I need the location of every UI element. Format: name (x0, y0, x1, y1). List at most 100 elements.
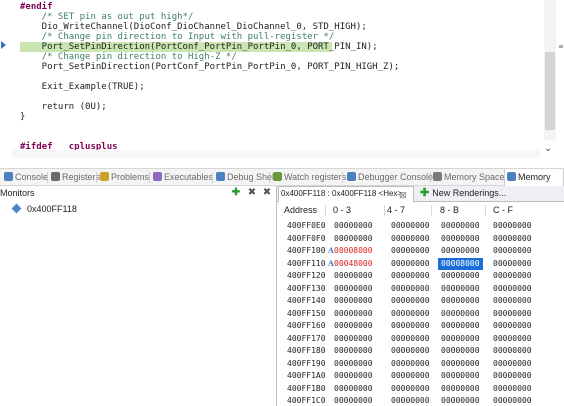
tab-separator (47, 172, 48, 183)
code-line[interactable]: Dio_WriteChannel(DioConf_DioChannel_DioC… (20, 22, 367, 32)
memory-cell[interactable]: 00000000 (493, 258, 532, 270)
memory-cell[interactable]: 00000000 (391, 270, 430, 282)
tab-executables[interactable]: Executables (151, 169, 213, 186)
scroll-down-icon[interactable]: ⌄ (544, 143, 552, 154)
memory-cell[interactable]: 00000000 (441, 320, 480, 332)
memory-cell[interactable]: 00000000 (493, 308, 532, 320)
memory-cell[interactable]: 00000000 (493, 295, 532, 307)
scrollbar-thumb[interactable] (545, 52, 555, 130)
memory-cell[interactable]: 00000000 (391, 320, 430, 332)
memory-cell[interactable]: 00000000 (391, 358, 430, 370)
code-line[interactable]: /* SET pin as out put high*/ (20, 12, 194, 22)
memory-cell[interactable]: 00000000 (391, 345, 430, 357)
memory-cell[interactable]: 00000000 (441, 295, 480, 307)
memory-cell[interactable]: 00000000 (493, 233, 532, 245)
memory-cell[interactable]: 00000000 (493, 245, 532, 257)
code-line[interactable]: Port_SetPinDirection(PortConf_PortPin_Po… (20, 42, 378, 52)
memory-cell[interactable]: 00000000 (441, 383, 480, 395)
tab-label: Console (15, 172, 49, 182)
memory-cell[interactable]: 00000000 (441, 233, 480, 245)
monitor-item-label: 0x400FF118 (27, 204, 77, 214)
memory-cell[interactable]: 00000000 (441, 245, 480, 257)
memory-cell[interactable]: 00000000 (493, 320, 532, 332)
code-line[interactable]: /* Change pin direction to High-Z */ (20, 52, 237, 62)
memory-cell[interactable]: 00000000 (493, 283, 532, 295)
code-line[interactable]: } (20, 112, 25, 122)
memory-cell[interactable]: 00008000 (438, 257, 483, 270)
editor-vertical-scrollbar[interactable]: ⌄ (540, 0, 564, 158)
code-area[interactable]: #endif /* SET pin as out put high*/ Dio_… (12, 0, 540, 158)
memory-cell[interactable]: 00000000 (493, 383, 532, 395)
memory-cell[interactable]: 00000000 (391, 283, 430, 295)
code-editor[interactable]: #endif /* SET pin as out put high*/ Dio_… (0, 0, 564, 158)
code-line[interactable]: /* Change pin direction to Input with pu… (20, 32, 335, 42)
memory-cell[interactable]: 00000000 (493, 345, 532, 357)
memory-cell[interactable]: 00000000 (391, 383, 430, 395)
code-line[interactable]: #endif (20, 2, 53, 12)
memory-cell[interactable]: 00000000 (441, 333, 480, 345)
memory-cell[interactable]: 00048000 (334, 258, 373, 270)
editor-horizontal-scrollbar[interactable] (12, 150, 540, 158)
memory-cell[interactable]: 00000000 (334, 295, 373, 307)
add-monitor-icon[interactable]: ✚ (231, 188, 241, 198)
memory-cell[interactable]: 00000000 (391, 333, 430, 345)
memory-cell[interactable]: 00000000 (391, 370, 430, 382)
memory-cell[interactable]: 00000000 (441, 370, 480, 382)
tab-watch-registers[interactable]: Watch registers (271, 169, 346, 186)
memory-cell[interactable]: 00000000 (334, 220, 373, 232)
tab-label: Watch registers (284, 172, 347, 182)
monitor-item[interactable]: 0x400FF118 (11, 203, 274, 215)
memory-cell[interactable]: 00000000 (391, 220, 430, 232)
remove-monitor-icon[interactable]: ✖ (247, 188, 257, 198)
remove-all-icon[interactable]: ✖ (262, 188, 272, 198)
memory-cell[interactable]: 00000000 (391, 295, 430, 307)
memory-cell[interactable]: 00000000 (441, 395, 480, 406)
close-tab-icon[interactable]: ⊠ (399, 188, 407, 202)
memory-cell[interactable]: 00000000 (334, 270, 373, 282)
tab-problems[interactable]: Problems (98, 169, 149, 186)
memory-cell[interactable]: 00000000 (391, 245, 430, 257)
memory-cell[interactable]: 00000000 (441, 308, 480, 320)
memory-cell[interactable]: 00000000 (391, 258, 430, 270)
memory-cell[interactable]: 00000000 (391, 308, 430, 320)
memory-cell[interactable]: 00000000 (334, 333, 373, 345)
memory-cell[interactable]: 00000000 (334, 283, 373, 295)
overview-ruler-mark[interactable] (559, 45, 563, 48)
memory-cell[interactable]: 00000000 (493, 370, 532, 382)
memory-cell[interactable]: 00000000 (334, 370, 373, 382)
code-line[interactable]: Port_SetPinDirection(PortConf_PortPin_Po… (20, 62, 400, 72)
memory-cell[interactable]: 00000000 (493, 270, 532, 282)
memory-row: 400FF170 00000000 00000000 00000000 00000000 (277, 333, 564, 346)
memory-cell[interactable]: 00000000 (334, 320, 373, 332)
tab-debugger-console[interactable]: Debugger Console (345, 169, 433, 186)
tab-console[interactable]: Console (2, 169, 49, 186)
memory-cell[interactable]: 00000000 (391, 395, 430, 406)
memory-cell[interactable]: 00000000 (441, 283, 480, 295)
memory-cell[interactable]: 00000000 (493, 395, 532, 406)
tab-memory-spaces[interactable]: Memory Spaces (431, 169, 509, 186)
memory-cell[interactable]: 00000000 (441, 220, 480, 232)
memory-row: 400FF110 A 00048000 00000000 00008000 0000000… (277, 257, 564, 271)
memory-cell[interactable]: 00000000 (493, 333, 532, 345)
memory-cell[interactable]: 00000000 (334, 345, 373, 357)
memory-cell[interactable]: 00000000 (334, 383, 373, 395)
memory-cell[interactable]: 00000000 (441, 358, 480, 370)
memory-cell[interactable]: 00000000 (334, 358, 373, 370)
code-line[interactable]: Exit_Example(TRUE); (20, 82, 145, 92)
memory-cell[interactable]: 00008000 (334, 245, 373, 257)
tab-debug-shell[interactable]: Debug Shell (214, 169, 276, 186)
memory-cell[interactable]: 00000000 (493, 358, 532, 370)
tab-registers[interactable]: Registers (49, 169, 100, 186)
memory-cell[interactable]: 00000000 (441, 270, 480, 282)
tab-memory[interactable]: Memory (504, 169, 564, 186)
new-renderings-tab[interactable]: ✚ New Renderings... (420, 186, 506, 202)
memory-cell[interactable]: 00000000 (441, 345, 480, 357)
memory-cell[interactable]: 00000000 (493, 220, 532, 232)
rendering-tab-hex[interactable]: 0x400FF118 : 0x400FF118 <Hex> ⊠ (278, 186, 414, 202)
code-line[interactable]: return (0U); (20, 102, 107, 112)
memory-cell[interactable]: 00000000 (334, 395, 373, 406)
memory-cell[interactable]: 00000000 (391, 233, 430, 245)
memory-row: 400FF1C0 00000000 00000000 00000000 00000000 (277, 395, 564, 406)
memory-cell[interactable]: 00000000 (334, 233, 373, 245)
memory-cell[interactable]: 00000000 (334, 308, 373, 320)
